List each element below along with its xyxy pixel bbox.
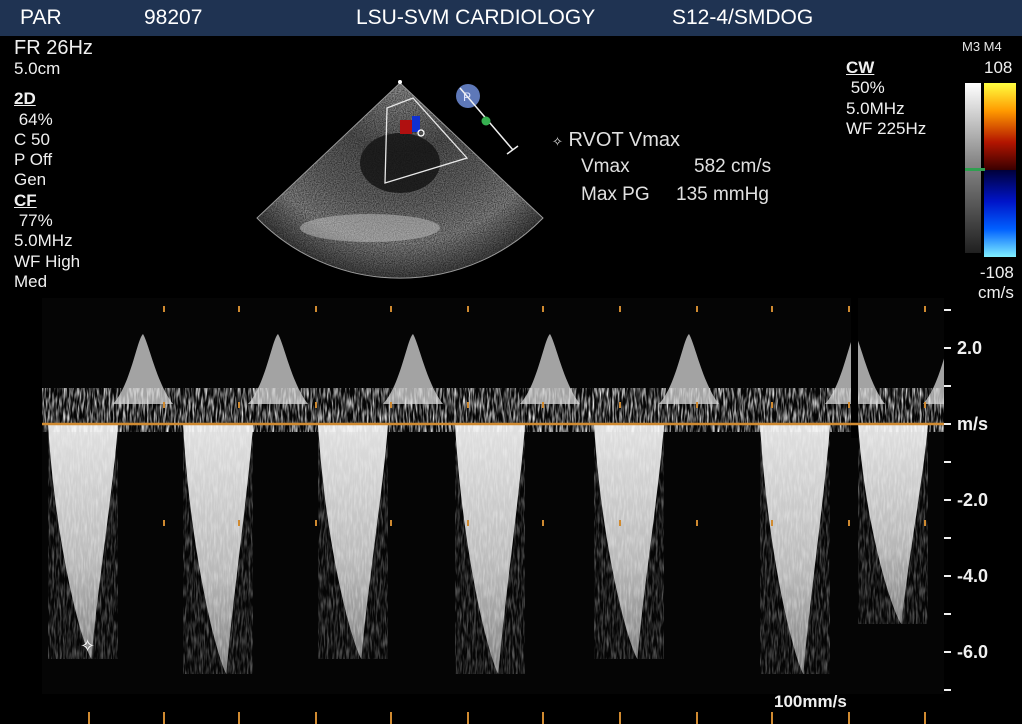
cf-frequency: 5.0MHz [14,231,73,251]
cw-settings-panel: CW 50% 5.0MHz WF 225Hz [846,58,956,139]
sweep-erase-bar [851,298,858,438]
caliper-cross-icon: ✧ [80,636,95,657]
depth: 5.0cm [14,59,61,78]
axis-tick-label: 2.0 [957,338,983,358]
axis-tick-label: -2.0 [957,490,989,510]
measurement-row: Vmax 582 cm/s [552,156,771,184]
cw-wall-filter: WF 225Hz [846,118,927,138]
axis-tick-label: -4.0 [957,566,989,586]
measurement-row: Max PG 135 mmHg [552,184,769,212]
velocity-color-bar [984,83,1016,257]
measurement-title: RVOT Vmax [568,129,680,151]
twod-section-title: 2D [14,89,36,109]
measurement-title-row: ✧ RVOT Vmax [552,129,680,152]
cf-section-title: CF [14,190,37,210]
imaging-settings-panel: FR 26Hz 5.0cm 2D 64% C 50 P Off Gen CF 7… [14,37,154,292]
mode-label: PAR [20,6,62,29]
color-baseline-marker [965,168,985,171]
measurement-readout: ✧ RVOT Vmax Vmax 582 cm/s Max PG 135 mmH… [552,129,771,212]
cf-gain: 77% [14,211,53,231]
probe-label: S12-4/SMDOG [672,6,814,29]
velocity-unit-label: m/s [957,414,989,434]
color-map-label: M3 M4 [962,39,1002,54]
compression: C 50 [14,129,50,149]
color-scale-min-block: -108 cm/s [978,263,1014,303]
patient-id: 98207 [144,6,203,29]
frame-rate: FR 26Hz [14,37,93,59]
bmode-sector-image: P [256,80,544,279]
velocity-scale [944,309,951,691]
measurement-label: Vmax [581,156,630,177]
persistence: P Off [14,150,53,170]
axis-tick-label: -6.0 [957,642,989,662]
caliper-icon: ✧ [552,134,563,149]
cw-frequency: 5.0MHz [846,98,905,118]
cw-section-title: CW [846,58,875,77]
color-scale-max: 108 [984,58,1013,77]
cursor-focus-marker [481,116,491,126]
cw-gain: 50% [846,78,885,98]
measurement-value: 582 cm/s [694,156,772,177]
measurement-label: Max PG [581,184,650,205]
header-bar: PAR 98207 LSU-SVM CARDIOLOGY S12-4/SMDOG [0,0,1022,36]
color-scale-min: -108 [979,263,1014,282]
institution-title: LSU-SVM CARDIOLOGY [356,6,596,29]
cf-mode: Med [14,271,48,291]
sweep-speed: 100mm/s [774,692,847,711]
frequency-mode: Gen [14,170,47,190]
twod-gain: 64% [14,109,53,129]
spectral-doppler-trace: ✧ [42,298,951,724]
measurement-value: 135 mmHg [676,184,769,205]
cf-wall-filter: WF High [14,251,81,271]
